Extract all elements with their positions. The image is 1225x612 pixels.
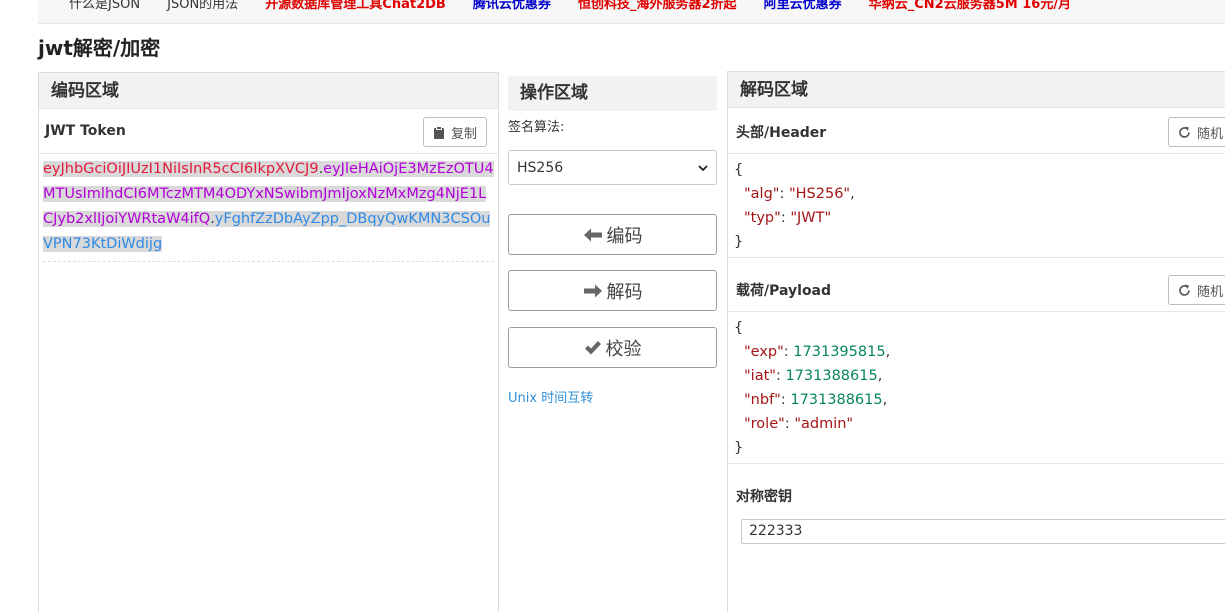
- json-line: "role": "admin": [744, 416, 854, 432]
- json-close-brace: }: [734, 234, 744, 250]
- encode-button-label: 编码: [606, 225, 643, 247]
- arrow-right-icon: [583, 283, 603, 299]
- json-comma: ,: [882, 392, 888, 408]
- json-key: "exp": [744, 344, 784, 360]
- nav-link-hengchuang[interactable]: 恒创科技_海外服务器2折起: [578, 0, 737, 15]
- top-nav-bar: 什么是JSON JSON的用法 开源数据库管理工具Chat2DB 腾讯云优惠券 …: [38, 0, 1225, 24]
- divider: [728, 463, 1225, 464]
- unix-time-convert-link[interactable]: Unix 时间互转: [508, 387, 593, 406]
- random-button-label: 随机: [1196, 126, 1223, 142]
- json-value: 1731395815: [793, 344, 886, 360]
- random-button-label: 随机: [1196, 284, 1223, 300]
- copy-button-label: 复制: [450, 126, 477, 142]
- json-value: 1731388615: [790, 392, 883, 408]
- encode-panel-title: 编码区域: [39, 73, 498, 109]
- algorithm-label: 签名算法:: [508, 120, 565, 135]
- json-key: "iat": [744, 368, 776, 384]
- arrow-left-icon: [583, 227, 603, 243]
- json-close-brace: }: [734, 440, 744, 456]
- json-open-brace: {: [734, 320, 744, 336]
- payload-json-lines: "exp": 1731395815, "iat": 1731388615, "nbf…: [734, 340, 1219, 436]
- divider: [728, 311, 1225, 312]
- jwt-token-label: JWT Token: [45, 123, 126, 139]
- nav-link-aliyun-coupon[interactable]: 阿里云优惠券: [764, 0, 842, 15]
- operations-panel: 操作区域 签名算法: HS256 编码 解码 校验 Unix 时间互转: [508, 76, 717, 612]
- json-comma: ,: [877, 368, 883, 384]
- page-title: jwt解密/加密: [38, 36, 161, 60]
- json-line: "iat": 1731388615,: [744, 368, 883, 384]
- json-line: "alg": "HS256",: [744, 186, 855, 202]
- payload-json-output[interactable]: { "exp": 1731395815, "iat": 1731388615, "n…: [734, 316, 1219, 460]
- json-key: "role": [744, 416, 785, 432]
- header-section-label: 头部/Header: [736, 125, 827, 141]
- refresh-icon: [1178, 284, 1191, 297]
- operations-panel-title: 操作区域: [508, 76, 717, 111]
- decode-button[interactable]: 解码: [508, 270, 717, 311]
- json-key: "alg": [744, 186, 780, 202]
- json-value: "admin": [794, 416, 854, 432]
- nav-link-json-usage[interactable]: JSON的用法: [167, 0, 238, 15]
- chevron-down-icon: [698, 160, 708, 176]
- clipboard-icon: [433, 125, 445, 139]
- header-random-button[interactable]: 随机: [1167, 117, 1225, 147]
- algorithm-select[interactable]: HS256: [508, 150, 717, 185]
- header-json-output[interactable]: { "alg": "HS256", "typ": "JWT" }: [734, 158, 1219, 254]
- secret-key-label: 对称密钥: [736, 489, 792, 505]
- divider: [728, 153, 1225, 154]
- verify-button[interactable]: 校验: [508, 327, 717, 368]
- json-comma: ,: [850, 186, 855, 202]
- json-line: "typ": "JWT": [744, 210, 832, 226]
- encode-button[interactable]: 编码: [508, 214, 717, 255]
- nav-link-chat2db[interactable]: 开源数据库管理工具Chat2DB: [265, 0, 446, 15]
- algorithm-selected-value: HS256: [517, 159, 564, 176]
- secret-key-input[interactable]: 222333: [741, 519, 1225, 544]
- decode-button-label: 解码: [606, 281, 643, 303]
- nav-link-huanayun[interactable]: 华纳云_CN2云服务器5M 16元/月: [869, 0, 1071, 15]
- payload-random-button[interactable]: 随机: [1167, 275, 1225, 305]
- json-line: "exp": 1731395815,: [744, 344, 891, 360]
- json-line: "nbf": 1731388615,: [744, 392, 888, 408]
- json-key: "typ": [744, 210, 781, 226]
- token-header-segment: eyJhbGciOiJIUzI1NiIsInR5cCI6IkpXVCJ9: [43, 161, 319, 177]
- decode-panel-title: 解码区域: [728, 72, 1225, 108]
- refresh-icon: [1178, 126, 1191, 139]
- header-json-lines: "alg": "HS256", "typ": "JWT": [734, 182, 1219, 230]
- verify-button-label: 校验: [605, 338, 642, 360]
- nav-link-tencent-coupon[interactable]: 腾讯云优惠券: [473, 0, 551, 15]
- json-comma: ,: [885, 344, 891, 360]
- top-nav-items: 什么是JSON JSON的用法 开源数据库管理工具Chat2DB 腾讯云优惠券 …: [69, 0, 1093, 15]
- checkmark-icon: [584, 340, 602, 356]
- json-value: "JWT": [790, 210, 832, 226]
- copy-button[interactable]: 复制: [422, 117, 487, 147]
- nav-link-what-is-json[interactable]: 什么是JSON: [69, 0, 140, 15]
- decode-panel: 解码区域 头部/Header 随机 { "alg": "HS256", "typ"…: [727, 71, 1225, 612]
- payload-section-label: 载荷/Payload: [736, 283, 832, 299]
- json-key: "nbf": [744, 392, 781, 408]
- json-value: 1731388615: [785, 368, 878, 384]
- encode-panel: 编码区域 JWT Token 复制 eyJhbGciOiJIUzI1NiIsIn…: [38, 72, 499, 612]
- json-value: "HS256": [788, 186, 851, 202]
- jwt-token-toolbar: JWT Token 复制: [39, 109, 498, 154]
- json-open-brace: {: [734, 162, 744, 178]
- jwt-token-input[interactable]: eyJhbGciOiJIUzI1NiIsInR5cCI6IkpXVCJ9.eyJ…: [43, 157, 494, 262]
- divider: [728, 257, 1225, 258]
